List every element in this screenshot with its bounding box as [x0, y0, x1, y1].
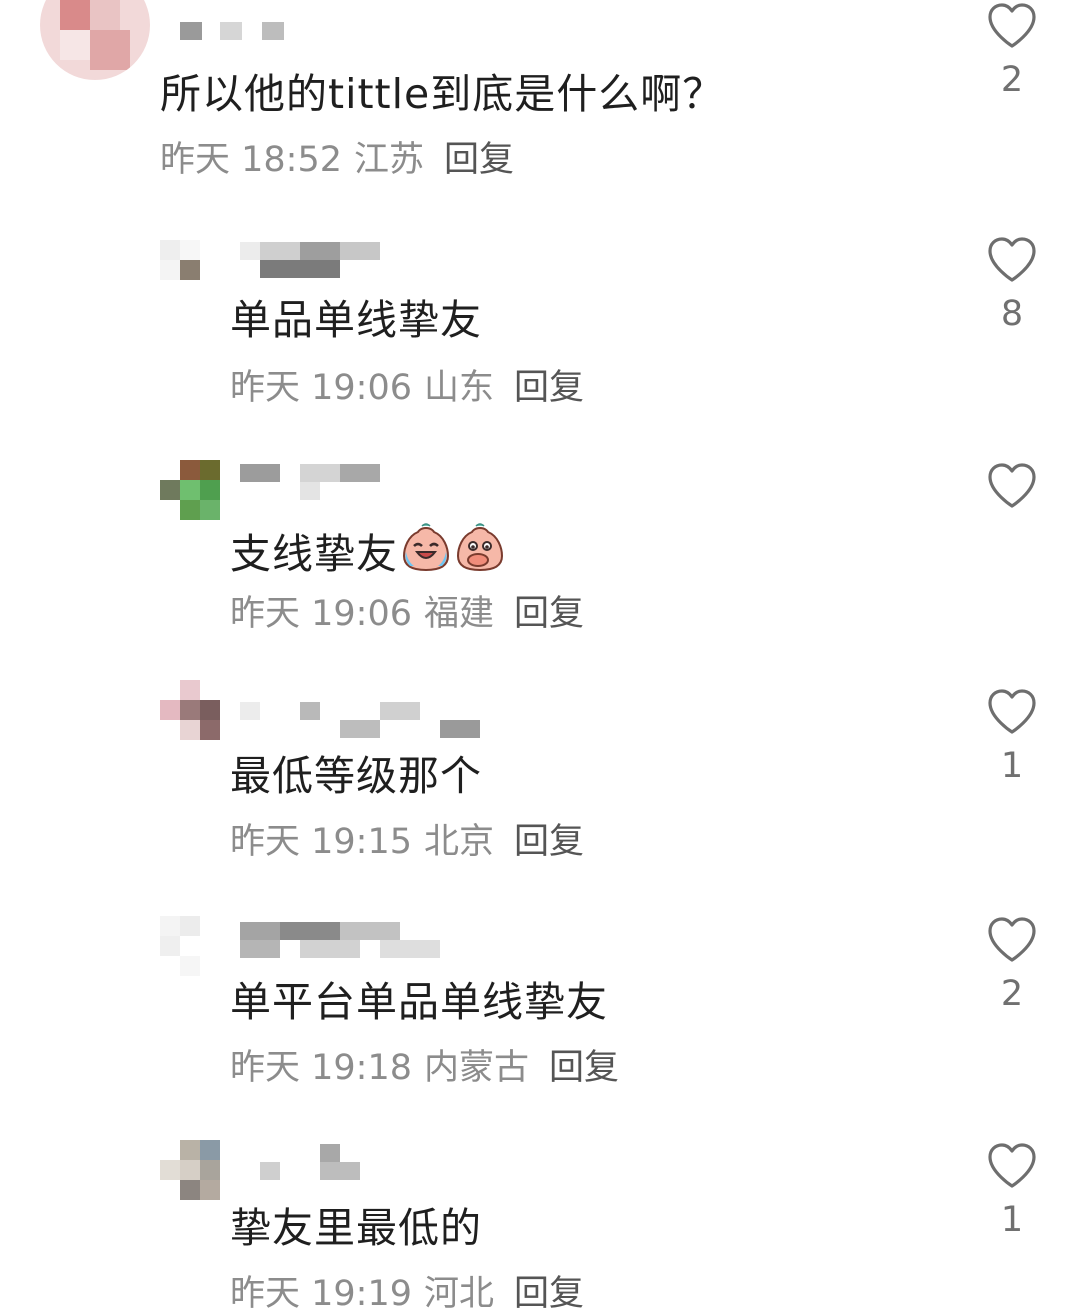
heart-outline-icon [988, 3, 1036, 48]
like-count: 2 [1000, 60, 1024, 100]
reply-button[interactable]: 回复 [549, 1048, 619, 1088]
like-count: 1 [1000, 746, 1024, 786]
username-blurred[interactable] [240, 238, 380, 278]
reply-button[interactable]: 回复 [514, 822, 584, 862]
comment-text: 单品单线挚友 [230, 296, 482, 344]
comment-text: 挚友里最低的 [230, 1204, 482, 1252]
comment-time: 昨天 19:06 [230, 368, 412, 408]
like-count: 2 [1000, 974, 1024, 1014]
like-count: 1 [1000, 1200, 1024, 1240]
comment-text: 支线挚友 [230, 522, 506, 580]
like-count [980, 518, 1044, 562]
comment-meta: 昨天 19:18 内蒙古 回复 [230, 1046, 631, 1090]
comment-time: 昨天 19:06 [230, 594, 412, 634]
comment-location: 福建 [424, 594, 495, 634]
avatar[interactable] [160, 460, 220, 520]
comment-text: 所以他的tittle到底是什么啊？ [160, 70, 725, 118]
comment-location: 北京 [424, 822, 495, 862]
comment-time: 昨天 19:15 [230, 822, 412, 862]
like-button[interactable]: 1 [980, 1142, 1044, 1242]
reply-item: 单平台单品单线挚友 昨天 19:18 内蒙古 回复 2 [0, 910, 1080, 1110]
comment-meta: 昨天 19:06 福建 回复 [230, 592, 596, 636]
reply-item: 最低等级那个 昨天 19:15 北京 回复 1 [0, 680, 1080, 880]
heart-outline-icon [988, 1143, 1036, 1188]
comment-time: 昨天 19:18 [230, 1048, 412, 1088]
thinking-emoji [456, 523, 504, 572]
comment-location: 江苏 [354, 140, 425, 180]
like-button[interactable]: 1 [980, 688, 1044, 788]
like-button[interactable]: 2 [980, 2, 1044, 102]
username-blurred[interactable] [240, 918, 440, 958]
comment-text: 最低等级那个 [230, 752, 482, 800]
comment-location: 山东 [424, 368, 495, 408]
heart-outline-icon [988, 689, 1036, 734]
comment-time: 昨天 18:52 [160, 140, 342, 180]
username-blurred[interactable] [240, 698, 480, 738]
comment-location: 河北 [424, 1274, 495, 1314]
heart-outline-icon [988, 237, 1036, 282]
like-button[interactable]: 2 [980, 916, 1044, 1016]
reply-item: 支线挚友 昨天 19:06 福建 回复 [0, 456, 1080, 656]
username-blurred[interactable] [180, 18, 290, 58]
comment-item: 所以他的tittle到底是什么啊？ 昨天 18:52 江苏 回复 2 [0, 0, 1080, 200]
reply-button[interactable]: 回复 [514, 594, 584, 634]
avatar[interactable] [40, 0, 150, 80]
comment-meta: 昨天 18:52 江苏 回复 [160, 138, 526, 182]
reply-button[interactable]: 回复 [514, 1274, 584, 1314]
comment-location: 内蒙古 [424, 1048, 530, 1088]
heart-outline-icon [988, 463, 1036, 508]
avatar[interactable] [160, 1140, 220, 1200]
username-blurred[interactable] [240, 460, 380, 500]
comment-meta: 昨天 19:06 山东 回复 [230, 366, 596, 410]
reply-button[interactable]: 回复 [444, 140, 514, 180]
comment-meta: 昨天 19:15 北京 回复 [230, 820, 596, 864]
username-blurred[interactable] [240, 1140, 360, 1180]
reply-item: 挚友里最低的 昨天 19:19 河北 回复 1 [0, 1136, 1080, 1316]
like-button[interactable] [980, 462, 1044, 562]
crying-laugh-emoji [402, 523, 450, 572]
like-button[interactable]: 8 [980, 236, 1044, 336]
like-count: 8 [1000, 294, 1024, 334]
avatar[interactable] [160, 916, 200, 976]
heart-outline-icon [988, 917, 1036, 962]
comment-text-content: 支线挚友 [230, 530, 398, 578]
reply-button[interactable]: 回复 [514, 368, 584, 408]
avatar[interactable] [160, 680, 220, 740]
reply-item: 单品单线挚友 昨天 19:06 山东 回复 8 [0, 230, 1080, 430]
comment-text: 单平台单品单线挚友 [230, 978, 608, 1026]
avatar[interactable] [160, 240, 200, 280]
comment-time: 昨天 19:19 [230, 1274, 412, 1314]
comment-meta: 昨天 19:19 河北 回复 [230, 1272, 596, 1316]
